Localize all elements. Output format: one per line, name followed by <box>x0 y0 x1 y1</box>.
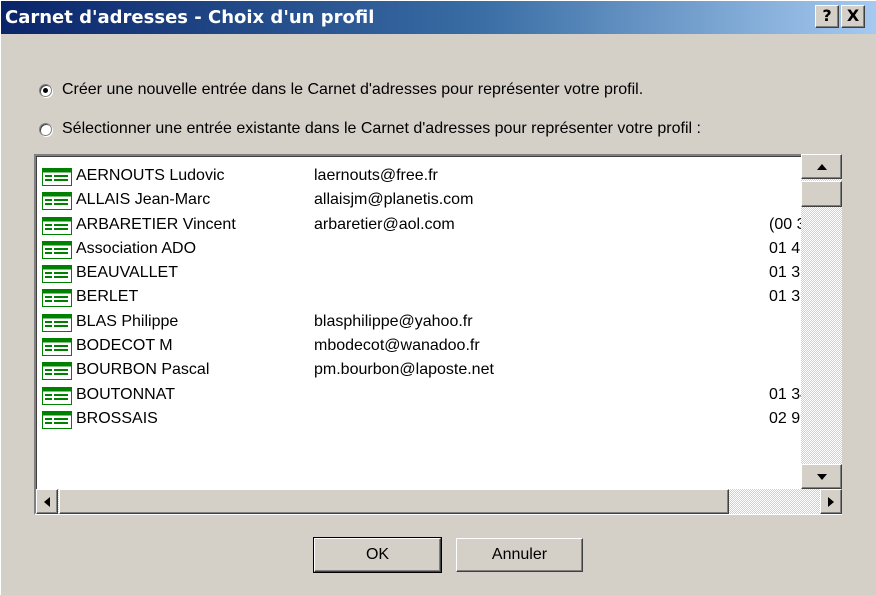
scroll-up-arrow-icon <box>816 163 827 170</box>
contact-card-icon <box>42 289 72 312</box>
list-item[interactable]: ARBARETIER Vincent arbaretier@aol.com (00 … <box>42 214 837 238</box>
list-item[interactable]: Association ADO 01 41 9 <box>42 238 837 262</box>
scroll-up-button[interactable] <box>801 154 842 179</box>
contact-card-icon <box>42 168 72 191</box>
contact-card-icon <box>42 265 72 288</box>
entry-email: allaisjm@planetis.com <box>314 191 474 209</box>
scroll-left-button[interactable] <box>36 489 58 514</box>
entry-email: blasphilippe@yahoo.fr <box>314 312 473 330</box>
contact-card-icon <box>42 216 72 240</box>
entry-name: ARBARETIER Vincent <box>76 215 236 233</box>
entry-name: BOUTONNAT <box>76 385 175 403</box>
entry-name: BERLET <box>76 288 139 306</box>
contact-card-icon <box>42 338 72 361</box>
list-item[interactable]: BOUTONNAT 01 34 9 <box>42 384 837 408</box>
entry-name: BOURBON Pascal <box>76 361 210 379</box>
entry-email: laernouts@free.fr <box>314 167 438 184</box>
dialog-title: Carnet d'adresses - Choix d'un profil <box>5 7 375 28</box>
contact-card-icon <box>42 386 72 410</box>
profile-chooser-dialog: Carnet d'adresses - Choix d'un profil ? … <box>0 0 876 595</box>
entry-email: pm.bourbon@laposte.net <box>314 361 494 379</box>
list-item[interactable]: ALLAIS Jean-Marc allaisjm@planetis.com <box>42 189 837 213</box>
contact-card-icon <box>42 192 72 215</box>
option-new-entry-radio[interactable] <box>39 83 52 97</box>
option-new-entry[interactable]: Créer une nouvelle entrée dans le Carnet… <box>39 79 643 101</box>
ok-button[interactable]: OK <box>313 537 442 573</box>
vertical-scrollbar[interactable] <box>801 154 842 489</box>
entry-email: mbodecot@wanadoo.fr <box>314 337 480 355</box>
address-book-rows: AERNOUTS Ludovic laernouts@free.fr ALLAIS … <box>42 165 837 432</box>
list-item[interactable]: BROSSAIS 02 99 6 <box>42 408 837 432</box>
list-item[interactable]: BOURBON Pascal pm.bourbon@laposte.net <box>42 359 837 383</box>
entry-name: ALLAIS Jean-Marc <box>76 191 211 209</box>
entry-email: arbaretier@aol.com <box>314 215 455 233</box>
list-item[interactable]: AERNOUTS Ludovic laernouts@free.fr <box>42 165 837 189</box>
list-item[interactable]: BEAUVALLET 01 39 9 <box>42 262 837 286</box>
option-existing-entry-radio[interactable] <box>39 122 52 136</box>
help-button[interactable]: ? <box>815 5 839 28</box>
address-book-list[interactable]: AERNOUTS Ludovic laernouts@free.fr ALLAIS … <box>34 154 842 515</box>
horizontal-scrollbar[interactable] <box>36 489 842 514</box>
entry-name: Association ADO <box>76 239 197 257</box>
contact-card-icon <box>42 362 72 385</box>
entry-name: BLAS Philippe <box>76 312 179 330</box>
close-button[interactable]: X <box>841 5 865 28</box>
scroll-right-button[interactable] <box>820 489 842 514</box>
list-item[interactable]: BODECOT M mbodecot@wanadoo.fr <box>42 335 837 359</box>
option-existing-entry[interactable]: Sélectionner une entrée existante dans l… <box>39 118 701 140</box>
cancel-button[interactable]: Annuler <box>456 538 583 572</box>
horizontal-scroll-thumb[interactable] <box>59 489 729 514</box>
scroll-down-button[interactable] <box>801 464 842 489</box>
option-new-entry-label: Créer une nouvelle entrée dans le Carnet… <box>62 81 644 98</box>
entry-name: AERNOUTS Ludovic <box>76 167 225 184</box>
scroll-thumb[interactable] <box>801 181 842 207</box>
list-item[interactable]: BERLET 01 39 5 <box>42 286 837 310</box>
title-bar[interactable]: Carnet d'adresses - Choix d'un profil ? … <box>1 1 876 34</box>
entry-name: BODECOT M <box>76 337 173 355</box>
contact-card-icon <box>42 240 72 264</box>
option-existing-entry-label: Sélectionner une entrée existante dans l… <box>62 120 701 137</box>
contact-card-icon <box>42 410 72 434</box>
scroll-down-arrow-icon <box>816 473 827 480</box>
scroll-left-arrow-icon <box>44 496 50 507</box>
entry-name: BEAUVALLET <box>76 264 178 282</box>
list-item[interactable]: BLAS Philippe blasphilippe@yahoo.fr <box>42 311 837 335</box>
scroll-right-arrow-icon <box>828 496 834 507</box>
entry-name: BROSSAIS <box>76 409 158 427</box>
contact-card-icon <box>42 313 72 337</box>
